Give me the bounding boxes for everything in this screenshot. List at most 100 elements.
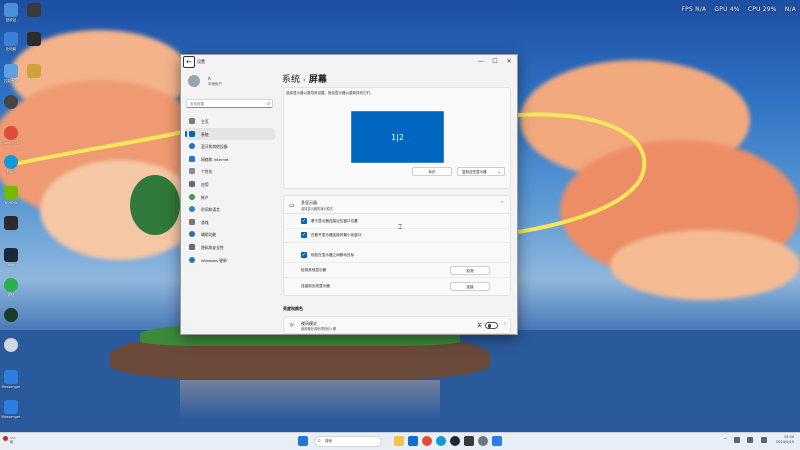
- sidebar-item-time-language[interactable]: 时间和语言: [185, 203, 275, 216]
- detect-button[interactable]: 检测: [450, 266, 490, 275]
- gpu-readout: GPU 4%: [714, 6, 740, 13]
- search-icon: ⌕: [318, 438, 321, 444]
- toggle-state-label: 关: [476, 323, 482, 329]
- gamepad-icon: [189, 218, 195, 225]
- clock[interactable]: 15:30 2024/1/15: [776, 435, 794, 445]
- folder-icon: [27, 64, 41, 78]
- system-tray: ^ 15:30 2024/1/15: [724, 435, 794, 449]
- connect-button[interactable]: 连接: [450, 282, 490, 291]
- desktop-icon[interactable]: [24, 32, 44, 47]
- desktop-icon[interactable]: [1, 216, 21, 231]
- messenger-icon: [4, 400, 18, 414]
- checkbox-checked[interactable]: ✓: [301, 232, 307, 238]
- wechat-icon: [4, 278, 18, 292]
- breadcrumb-parent[interactable]: 系统: [282, 75, 300, 85]
- maximize-button[interactable]: ☐: [489, 57, 501, 66]
- checkbox-row[interactable]: ✓ 基于显示器连接记住窗口位置: [284, 215, 510, 229]
- settings-search[interactable]: ⌕: [186, 99, 273, 108]
- apps-icon: [189, 180, 195, 187]
- desktop-icon[interactable]: [1, 95, 21, 110]
- desktop-icon[interactable]: [24, 3, 44, 18]
- desktop-icon[interactable]: Google Chrome: [1, 126, 21, 145]
- page-title: 屏幕: [308, 75, 327, 85]
- wifi-icon[interactable]: [734, 437, 741, 443]
- desktop-icon[interactable]: NVIDIA: [1, 186, 21, 205]
- app-icon[interactable]: [408, 436, 418, 446]
- checkbox-label: 基于显示器连接记住窗口位置: [311, 219, 358, 223]
- checkbox-row[interactable]: ✓ 轻松在显示器之间移动光标: [284, 249, 510, 263]
- close-button[interactable]: ✕: [503, 57, 515, 66]
- desktop-icon[interactable]: 控制面板: [1, 64, 21, 83]
- checkbox-row[interactable]: ✓ 在断开显示器连接时最小化窗口: [284, 229, 510, 243]
- account-type: 本地帐户: [208, 82, 222, 86]
- search-icon: ⌕: [267, 101, 270, 107]
- minimize-button[interactable]: —: [475, 57, 487, 66]
- volume-icon[interactable]: [747, 437, 754, 443]
- app-icon[interactable]: [464, 436, 474, 446]
- sidebar-item-home[interactable]: 主页: [185, 115, 275, 128]
- edge-icon[interactable]: [436, 436, 446, 446]
- sidebar-item-bluetooth[interactable]: 蓝牙和其他设备: [185, 140, 275, 153]
- home-icon: [189, 118, 195, 124]
- time: 15:30: [783, 435, 794, 439]
- desktop-icon[interactable]: 回收站: [1, 3, 21, 22]
- desktop-icon[interactable]: [1, 338, 21, 353]
- sidebar-item-privacy[interactable]: 隐私和安全性: [185, 241, 275, 254]
- checkbox-checked[interactable]: ✓: [301, 218, 307, 224]
- sidebar-item-accounts[interactable]: 帐户: [185, 191, 275, 204]
- battery-icon[interactable]: [760, 437, 767, 443]
- chrome-icon[interactable]: [422, 436, 432, 446]
- start-icon[interactable]: [298, 436, 308, 446]
- desktop-icon[interactable]: 此电脑: [1, 32, 21, 51]
- steam-icon[interactable]: [450, 436, 460, 446]
- desktop-icon[interactable]: Messenger: [1, 400, 21, 419]
- desktop-icon[interactable]: [1, 308, 21, 323]
- sidebar-item-gaming[interactable]: 游戏: [185, 216, 275, 229]
- night-light-card[interactable]: ☼ 夜间模式 使用暖色调来帮助你入睡 关 ›: [283, 316, 511, 334]
- update-icon: [189, 256, 195, 263]
- sidebar-item-network[interactable]: 网络和 Internet: [185, 153, 275, 166]
- settings-icon[interactable]: [478, 436, 488, 446]
- night-light-toggle[interactable]: [485, 322, 498, 329]
- file-explorer-icon[interactable]: [394, 436, 404, 446]
- taskbar-search-placeholder: 搜索: [325, 439, 332, 443]
- taskbar-search[interactable]: ⌕ 搜索: [314, 436, 382, 447]
- display-mode-value: 复制这些显示器: [462, 170, 487, 174]
- detect-row: 检测其他显示器 检测: [284, 264, 510, 278]
- chevron-up-icon[interactable]: ⌃: [500, 201, 504, 207]
- chevron-right-icon[interactable]: ›: [504, 321, 506, 327]
- fps-readout: FPS N/A: [681, 6, 707, 13]
- sidebar-item-personalization[interactable]: 个性化: [185, 165, 275, 178]
- multiple-displays-header[interactable]: ▭ 多显示器 选择显示器的演示模式 ⌃: [284, 196, 510, 214]
- network-icon: [189, 155, 195, 162]
- sidebar-item-apps[interactable]: 应用: [185, 178, 275, 191]
- sidebar-item-accessibility[interactable]: 辅助功能: [185, 228, 275, 241]
- search-input[interactable]: [187, 100, 257, 107]
- multiple-displays-card: ▭ 多显示器 选择显示器的演示模式 ⌃ ✓ 基于显示器连接记住窗口位置 ✓ 在断…: [283, 195, 511, 296]
- checkbox-checked[interactable]: ✓: [301, 252, 307, 258]
- tray-overflow-icon[interactable]: ^: [724, 437, 727, 442]
- display-mode-select[interactable]: 复制这些显示器 ⌄: [457, 167, 505, 176]
- identify-button[interactable]: 标识: [412, 167, 452, 176]
- sidebar-item-windows-update[interactable]: Windows 更新: [185, 254, 275, 267]
- wireless-label: 连接到无线显示器: [301, 284, 330, 288]
- edge-icon: [4, 155, 18, 169]
- desktop-icon[interactable]: Messenger: [1, 370, 21, 389]
- chevron-down-icon: ⌄: [497, 169, 501, 174]
- checkbox-label: 轻松在显示器之间移动光标: [311, 253, 355, 257]
- sidebar-nav: 主页 系统 蓝牙和其他设备 网络和 Internet 个性化 应用 帐户 时间和…: [185, 115, 275, 266]
- wireless-row: 连接到无线显示器 连接: [284, 280, 510, 294]
- user-profile[interactable]: A 本地帐户: [188, 75, 222, 87]
- back-button[interactable]: ←: [183, 56, 195, 68]
- desktop-icon[interactable]: 微信: [1, 278, 21, 297]
- title-bar[interactable]: ← 设置 — ☐ ✕: [181, 55, 517, 69]
- desktop-icon[interactable]: Steam: [1, 248, 21, 267]
- steam-icon: [4, 248, 18, 262]
- sidebar-item-system[interactable]: 系统: [185, 127, 275, 141]
- app-icon[interactable]: [492, 436, 502, 446]
- monitor-tile[interactable]: 1|2: [351, 111, 444, 163]
- desktop-icon[interactable]: Edge: [1, 155, 21, 174]
- app-icon: [27, 32, 41, 46]
- weather-widget[interactable]: 1°C 阴: [3, 436, 21, 448]
- desktop-icon[interactable]: [24, 64, 44, 79]
